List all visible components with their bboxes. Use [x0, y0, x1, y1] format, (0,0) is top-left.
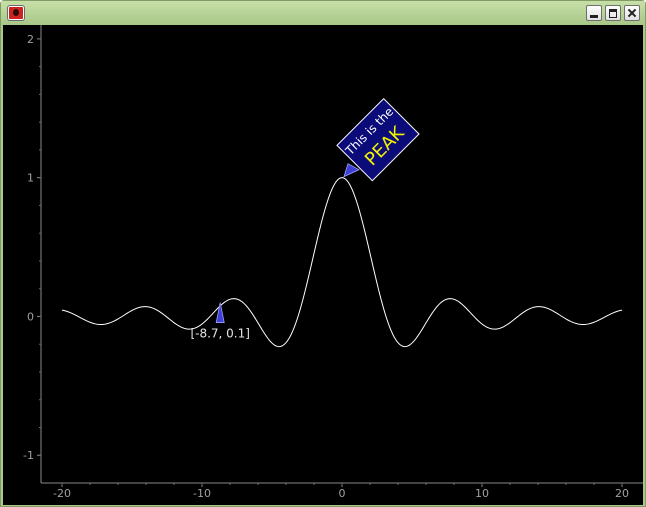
peak-callout[interactable]: This is the PEAK	[336, 97, 420, 182]
x-tick-label: -10	[193, 487, 211, 500]
x-tick-label: 10	[475, 487, 489, 500]
x-tick-label: 20	[615, 487, 629, 500]
ticks: -1012-20 -10 0 10 20	[23, 33, 629, 500]
point-annotation[interactable]: [-8.7, 0.1]	[190, 302, 250, 341]
title-bar[interactable]	[1, 1, 645, 25]
point-marker[interactable]	[215, 302, 225, 323]
sinc-chart[interactable]: -1012-20 -10 0 10 20 [-8.7, 0.1] This is the…	[3, 25, 643, 505]
minimize-icon[interactable]	[586, 5, 602, 21]
app-window: -1 0 1 2 -20 -10 0 10 20 [-8.7, 0.1] This is the…	[0, 0, 646, 507]
series-group	[61, 177, 623, 348]
series-line-0[interactable]	[61, 177, 623, 348]
point-annotation-label: [-8.7, 0.1]	[190, 327, 250, 341]
maximize-icon[interactable]	[605, 5, 621, 21]
y-tick-label: 1	[27, 172, 34, 185]
y-tick-label: 0	[27, 310, 34, 323]
close-icon[interactable]	[624, 5, 640, 21]
x-tick-label: -20	[53, 487, 71, 500]
axes	[40, 25, 643, 484]
y-tick-label: -1	[23, 449, 34, 462]
x-tick-label: 0	[339, 487, 346, 500]
y-tick-label: 2	[27, 33, 34, 46]
app-icon[interactable]	[8, 6, 24, 20]
plot-canvas[interactable]: -1 0 1 2 -20 -10 0 10 20 [-8.7, 0.1] This is the…	[3, 25, 643, 505]
